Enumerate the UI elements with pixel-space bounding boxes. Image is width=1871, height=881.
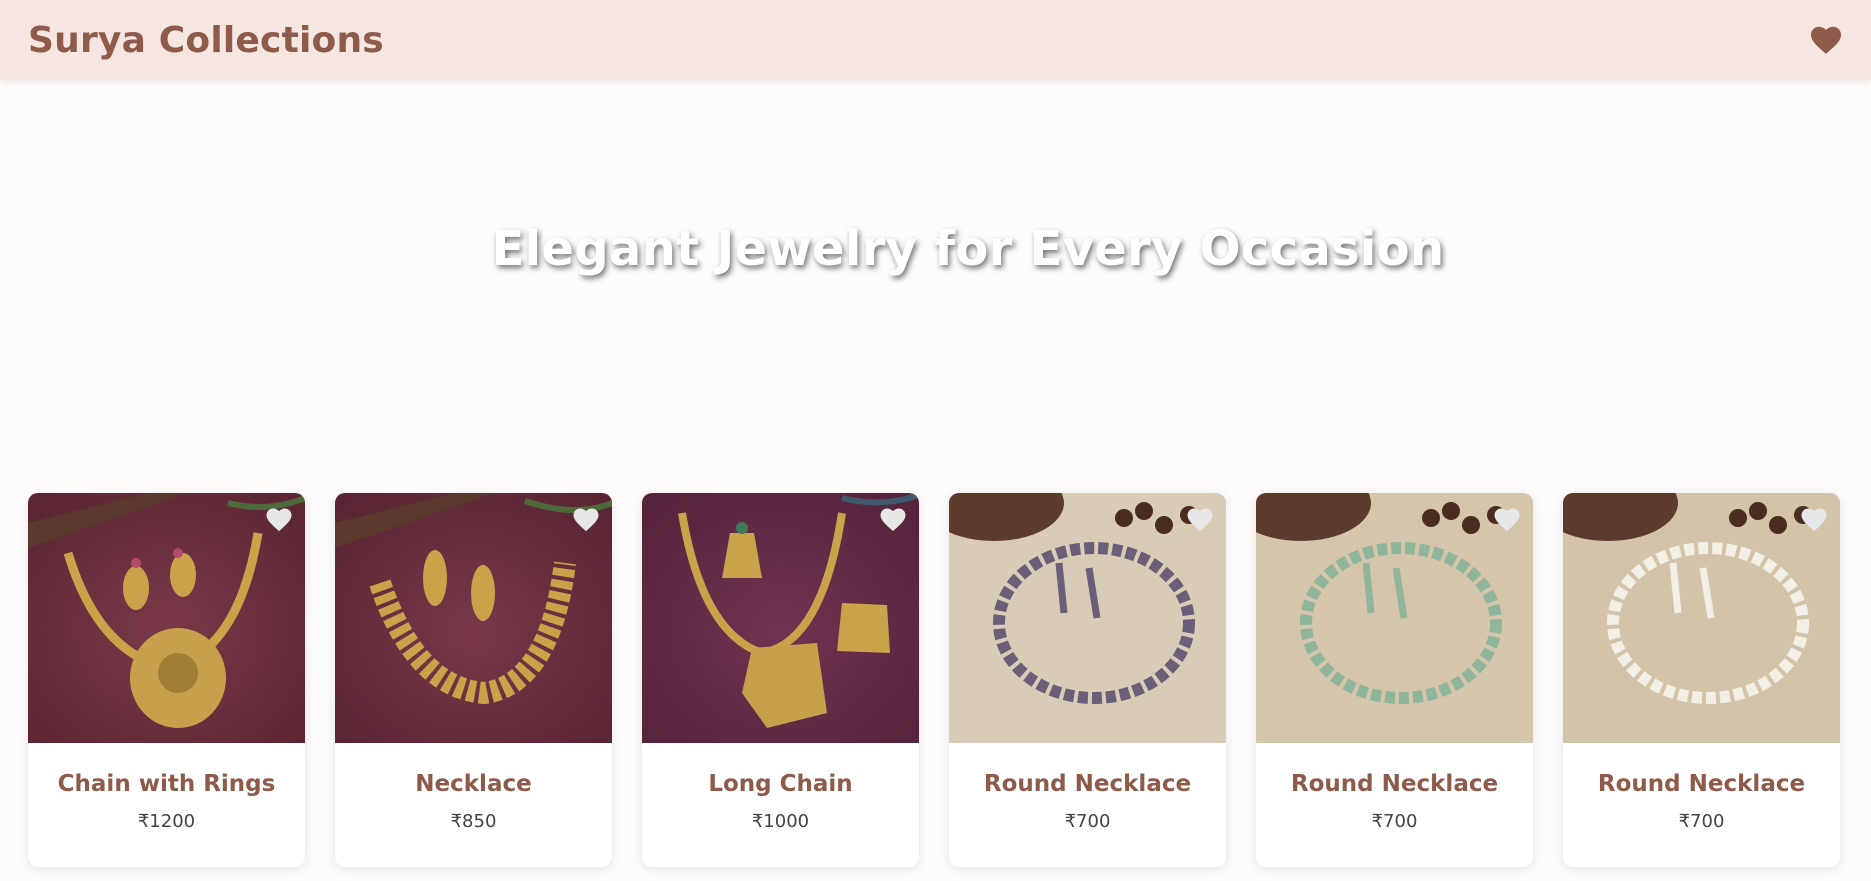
product-price: ₹700 bbox=[1064, 811, 1111, 832]
product-name: Round Necklace bbox=[1597, 771, 1806, 797]
product-image bbox=[1563, 493, 1840, 743]
product-name: Chain with Rings bbox=[57, 771, 276, 797]
product-grid: Chain with Rings ₹1200 Necklace ₹850 Lon… bbox=[28, 493, 1841, 867]
heart-icon[interactable] bbox=[1493, 507, 1521, 532]
product-image bbox=[28, 493, 305, 743]
heart-icon[interactable] bbox=[572, 507, 600, 532]
product-card[interactable]: Chain with Rings ₹1200 bbox=[28, 493, 305, 867]
product-name: Round Necklace bbox=[983, 771, 1192, 797]
product-name: Round Necklace bbox=[1290, 771, 1499, 797]
product-image bbox=[642, 493, 919, 743]
product-price: ₹700 bbox=[1371, 811, 1418, 832]
hero-title: Elegant Jewelry for Every Occasion bbox=[491, 221, 1445, 277]
product-image bbox=[335, 493, 612, 743]
product-card[interactable]: Long Chain ₹1000 bbox=[642, 493, 919, 867]
product-name: Long Chain bbox=[708, 771, 853, 797]
product-image bbox=[949, 493, 1226, 743]
product-name: Necklace bbox=[415, 771, 532, 797]
heart-icon[interactable] bbox=[1809, 25, 1843, 55]
product-card[interactable]: Round Necklace ₹700 bbox=[1563, 493, 1840, 867]
brand-title[interactable]: Surya Collections bbox=[28, 20, 384, 61]
heart-icon[interactable] bbox=[879, 507, 907, 532]
product-price: ₹850 bbox=[450, 811, 497, 832]
product-price: ₹1200 bbox=[137, 811, 196, 832]
heart-icon[interactable] bbox=[1800, 507, 1828, 532]
hero-section: Elegant Jewelry for Every Occasion bbox=[0, 80, 1871, 460]
product-card[interactable]: Round Necklace ₹700 bbox=[949, 493, 1226, 867]
product-price: ₹700 bbox=[1678, 811, 1725, 832]
heart-icon[interactable] bbox=[265, 507, 293, 532]
site-header: Surya Collections bbox=[0, 0, 1871, 80]
product-card[interactable]: Round Necklace ₹700 bbox=[1256, 493, 1533, 867]
heart-icon[interactable] bbox=[1186, 507, 1214, 532]
product-price: ₹1000 bbox=[751, 811, 810, 832]
product-card[interactable]: Necklace ₹850 bbox=[335, 493, 612, 867]
product-image bbox=[1256, 493, 1533, 743]
